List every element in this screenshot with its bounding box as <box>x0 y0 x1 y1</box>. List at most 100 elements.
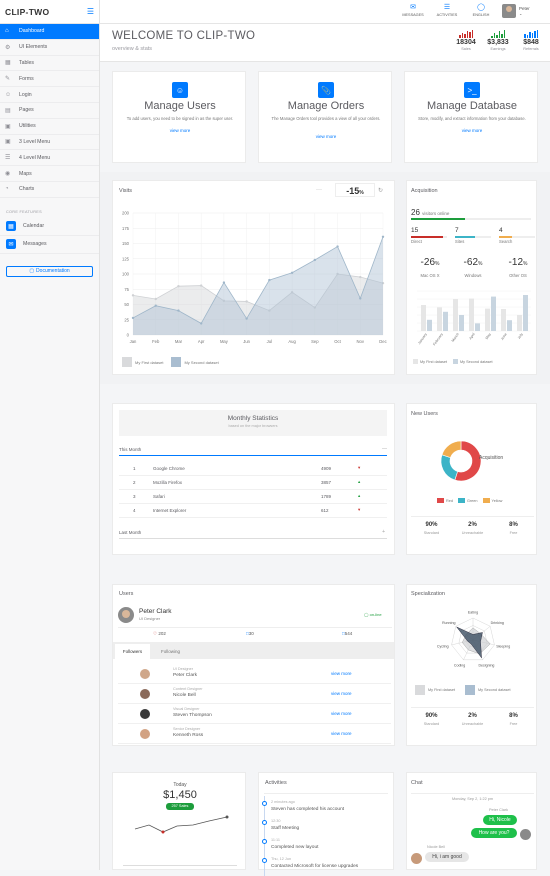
sidebar-item-calendar[interactable]: ▦ Calendar <box>0 218 99 236</box>
timeline-dot <box>262 801 267 806</box>
stat-label: Unreachable <box>461 722 484 726</box>
x-tick-label: May <box>220 339 229 344</box>
stats-divider <box>411 707 534 708</box>
follower-name: Peter Clark <box>173 673 197 678</box>
monthly-subtitle: based on the major browsers <box>228 424 278 428</box>
specialization-legend: My First dataset My Second dataset <box>415 685 511 695</box>
activity-text: Completed new layout <box>271 845 319 850</box>
view-more-link[interactable]: view more <box>331 731 352 736</box>
view-more-link[interactable]: view more <box>410 128 534 133</box>
menu-toggle-icon[interactable]: ☰ <box>87 7 94 16</box>
header-stat: $848 Referrals <box>517 29 545 51</box>
data-point <box>131 316 135 320</box>
sidebar-item-messages[interactable]: ✉ Messages <box>0 236 99 254</box>
bar <box>453 299 458 331</box>
visitors-bar <box>411 218 465 220</box>
minus-icon[interactable]: — <box>382 446 387 452</box>
os-label: Mac OS X <box>420 273 440 278</box>
sidebar-nav: ⌂ Dashboard ⚙ UI Elements ▦ Tables ✎ Forms ☺ Logi… <box>0 24 99 198</box>
view-more-link[interactable]: view more <box>331 711 352 716</box>
follower-role: Content Designer <box>173 687 203 691</box>
activities-button[interactable]: ☰ ACTIVITIES <box>432 3 462 17</box>
view-more-link[interactable]: view more <box>331 691 352 696</box>
view-more-link[interactable]: view more <box>118 128 242 133</box>
data-point <box>245 317 248 320</box>
row-divider <box>119 489 387 490</box>
source-value: 7 <box>455 227 459 234</box>
x-tick-label: Aug <box>288 339 296 344</box>
os-value: -62 <box>463 257 478 268</box>
sidebar-item-label: Charts <box>19 186 35 193</box>
x-tick-label: Sep <box>311 339 319 344</box>
radar-axis-label: Cycling <box>437 645 449 649</box>
more-icon[interactable]: ··· <box>316 187 322 193</box>
y-tick-label: 150 <box>122 241 130 246</box>
specialization-radar: Eating Drinking Sleeping Designing Coding Cyc… <box>437 611 510 668</box>
stat-label: Unreachable <box>461 531 484 535</box>
language-button[interactable]: ◯ ENGLISH <box>466 3 496 17</box>
browser-value: 4909 <box>321 466 332 471</box>
sidebar-item-charts[interactable]: ◔ Charts <box>0 182 99 198</box>
sidebar-item-login[interactable]: ☺ Login <box>0 87 99 103</box>
row-divider <box>118 743 391 744</box>
view-more-link[interactable]: view more <box>331 671 352 676</box>
messages-button[interactable]: ✉ MESSAGES <box>398 3 428 17</box>
legend-item: Yellow <box>482 498 502 503</box>
follower-role: Visual Designer <box>173 707 200 711</box>
sidebar-item-label: Forms <box>19 75 34 82</box>
chat-message: Hi, i am good <box>425 852 469 862</box>
legend-label: My First dataset <box>420 359 448 364</box>
settings-icon: ⚙ <box>5 44 11 51</box>
folder-icon: ▣ <box>5 123 11 130</box>
sidebar-item-dashboard[interactable]: ⌂ Dashboard <box>0 24 99 40</box>
x-tick-label: Dec <box>379 339 386 344</box>
refresh-icon[interactable]: ↻ <box>378 187 383 194</box>
sidebar-item-pages[interactable]: ▤ Pages <box>0 103 99 119</box>
y-tick-label: 200 <box>122 211 130 216</box>
shares-count: □544 <box>342 631 352 636</box>
chat-sender: Peter Clark <box>489 808 508 812</box>
bar <box>523 295 528 331</box>
acquisition-title: Acquisition <box>411 188 438 194</box>
y-tick-label: 0 <box>127 333 130 338</box>
data-point <box>154 304 157 307</box>
os-value: -26 <box>420 257 435 268</box>
row-divider <box>118 683 391 684</box>
sidebar-item-ui-elements[interactable]: ⚙ UI Elements <box>0 40 99 56</box>
stat-label: Free <box>509 722 518 726</box>
os-label: Windows <box>464 273 482 278</box>
tab-followers[interactable]: Followers <box>115 644 150 659</box>
doughnut-center-value: 450 <box>457 459 465 464</box>
bar <box>517 315 522 331</box>
x-tick-label: Jun <box>243 339 250 344</box>
y-tick-label: 100 <box>122 272 130 277</box>
last-month-label[interactable]: Last Month <box>119 530 141 535</box>
follower-name: Nicole Bell <box>173 693 196 698</box>
documentation-button[interactable]: ▢ Documentation <box>6 265 93 277</box>
sidebar-item-forms[interactable]: ✎ Forms <box>0 71 99 88</box>
user-menu[interactable]: Peter ⌄ <box>502 4 530 18</box>
sidebar-item-label: Utilities <box>19 123 36 130</box>
legend-item: Green <box>457 498 478 503</box>
top-navbar: ✉ MESSAGES ☰ ACTIVITIES ◯ ENGLISH Peter ⌄ <box>100 0 550 24</box>
sidebar-item-3-level-menu[interactable]: ▣ 3 Level Menu <box>0 135 99 151</box>
tab-following[interactable]: Following <box>153 644 188 659</box>
view-more-link[interactable]: view more <box>264 134 388 139</box>
visits-percent: -15% <box>335 183 375 197</box>
sidebar-item-utilities[interactable]: ▣ Utilities <box>0 119 99 135</box>
sidebar-item-label: Pages <box>19 107 34 114</box>
sidebar-item-tables[interactable]: ▦ Tables <box>0 56 99 72</box>
legend-swatch <box>171 357 182 367</box>
legend-swatch <box>465 685 476 695</box>
sparkline-point <box>161 830 165 834</box>
this-month-label[interactable]: This Month <box>119 447 141 452</box>
doughnut-slice <box>440 454 458 481</box>
plus-icon[interactable]: + <box>382 529 385 535</box>
sidebar-item-maps[interactable]: ◉ Maps <box>0 166 99 182</box>
data-point <box>313 258 317 262</box>
sidebar-item-4-level-menu[interactable]: ☰ 4 Level Menu <box>0 150 99 167</box>
source-bar-fill <box>411 236 444 238</box>
x-tick-label: April <box>468 332 476 340</box>
os-percent-sign: % <box>435 261 440 267</box>
bar <box>485 308 490 331</box>
